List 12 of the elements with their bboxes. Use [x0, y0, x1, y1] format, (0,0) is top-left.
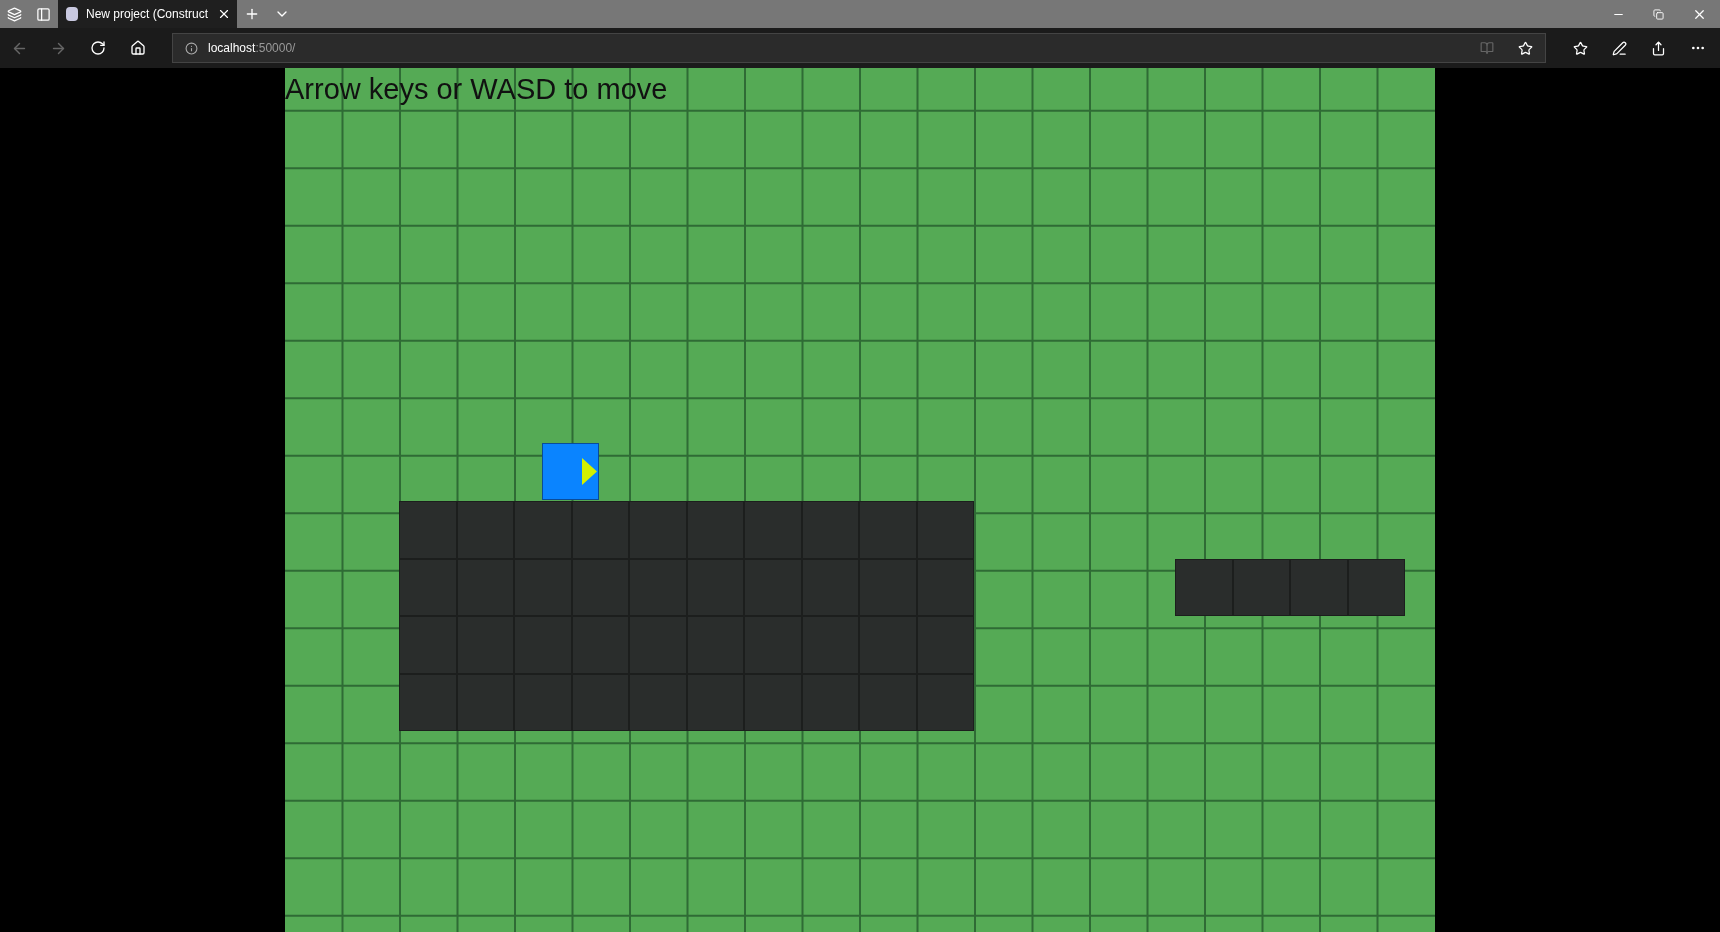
address-field[interactable]: localhost:50000/ — [172, 33, 1546, 63]
hint-text: Arrow keys or WASD to move — [285, 72, 668, 107]
tab-title: New project (Construct — [86, 6, 209, 23]
arrow-icon — [582, 458, 597, 485]
page-icon — [66, 7, 78, 21]
browser-tab[interactable]: New project (Construct — [58, 0, 237, 28]
url-text: localhost:50000/ — [208, 40, 297, 57]
game-canvas[interactable]: Arrow keys or WASD to move — [285, 68, 1435, 932]
star-icon[interactable] — [1518, 40, 1533, 56]
reading-view-icon[interactable] — [1480, 41, 1494, 55]
info-icon — [185, 41, 198, 55]
close-icon[interactable] — [217, 7, 231, 21]
